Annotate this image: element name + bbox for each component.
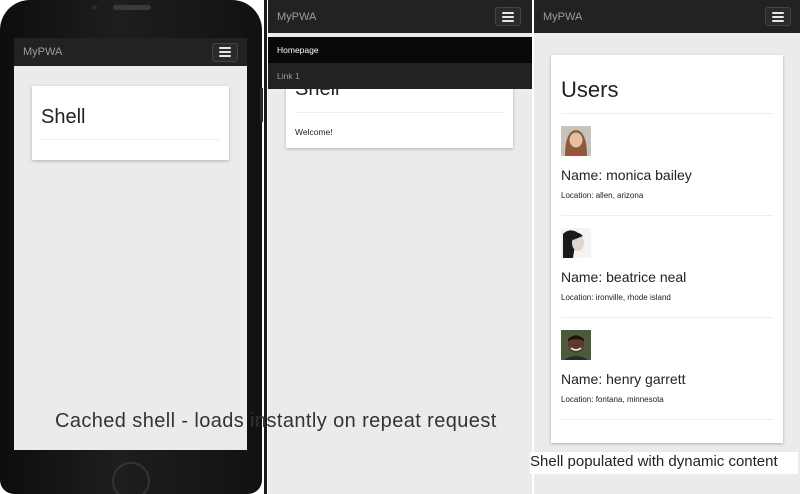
hamburger-icon [219,47,231,49]
hamburger-icon [502,11,514,14]
hamburger-icon [772,11,784,14]
content-card: Shell [32,86,229,160]
home-button [112,462,150,494]
menu-toggle-button[interactable] [212,42,238,62]
brand-link[interactable]: MyPWA [23,46,62,58]
avatar [561,228,591,258]
user-name: Name: monica bailey [561,167,692,183]
caption-cached-shell: Cached shell - loads instantly on repeat… [55,410,497,432]
user-item: Name: monica bailey Location: allen, ari… [561,114,773,216]
brand-link[interactable]: MyPWA [277,11,316,23]
user-location: Location: fontana, minnesota [561,395,664,404]
menu-toggle-button[interactable] [495,7,521,26]
caption-dynamic-content: Shell populated with dynamic content [530,452,798,474]
page-title: Users [561,55,773,114]
navbar: MyPWA [14,38,247,66]
camera-icon [92,5,97,10]
user-name: Name: beatrice neal [561,269,687,285]
menu-item-link-1[interactable]: Link 1 [268,63,532,89]
phone-screen: MyPWA Shell [14,38,247,450]
screen-users: MyPWA Users Name: monica bailey Location… [534,0,800,494]
phone-side-button [260,88,263,122]
user-name: Name: henry garrett [561,371,686,387]
page-title: Shell [41,86,220,140]
nav-menu: Homepage Link 1 [268,37,532,89]
users-card: Users Name: monica bailey Location: alle… [551,55,783,443]
user-item: Name: beatrice neal Location: ironville,… [561,216,773,318]
welcome-text: Welcome! [295,127,333,137]
speaker-grille [113,5,151,10]
avatar [561,126,591,156]
navbar: MyPWA [534,0,800,33]
user-item: Name: henry garrett Location: fontana, m… [561,318,773,420]
brand-link[interactable]: MyPWA [543,11,582,23]
avatar [561,330,591,360]
user-location: Location: allen, arizona [561,191,644,200]
menu-item-homepage[interactable]: Homepage [268,37,532,63]
menu-toggle-button[interactable] [765,7,791,26]
user-location: Location: ironville, rhode island [561,293,671,302]
navbar: MyPWA [268,0,532,33]
